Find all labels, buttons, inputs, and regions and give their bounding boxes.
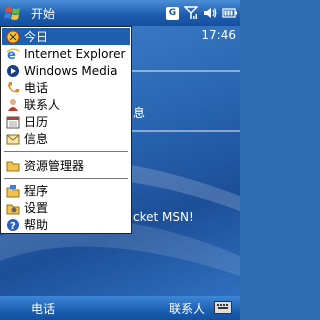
menu-item-programs[interactable]: 程序 xyxy=(2,182,130,199)
menu-item-phone[interactable]: 电话 xyxy=(2,79,130,96)
start-menu: 今日 e Internet Explorer Windows Media 电话 … xyxy=(0,26,132,234)
menu-item-label: Internet Explorer xyxy=(24,46,126,61)
g-badge-icon[interactable]: G xyxy=(166,6,179,20)
menu-separator xyxy=(4,178,128,179)
menu-item-file-explorer[interactable]: 资源管理器 xyxy=(2,157,130,174)
menu-item-contacts[interactable]: 联系人 xyxy=(2,96,130,113)
menu-item-today[interactable]: 今日 xyxy=(2,28,130,45)
start-logo-icon[interactable] xyxy=(3,3,23,23)
today-icon xyxy=(5,29,21,45)
menu-item-label: 联系人 xyxy=(24,98,61,112)
today-msn[interactable]: cket MSN! xyxy=(133,210,194,224)
explorer-icon xyxy=(5,158,21,174)
phone-icon xyxy=(5,80,21,96)
clock[interactable]: 17:46 xyxy=(201,28,236,42)
today-messages[interactable]: 息 xyxy=(133,104,145,121)
menu-item-windows-media[interactable]: Windows Media xyxy=(2,62,130,79)
menu-item-help[interactable]: ? 帮助 xyxy=(2,216,130,233)
menu-item-calendar[interactable]: 日历 xyxy=(2,113,130,130)
contacts-icon xyxy=(5,97,21,113)
menu-separator xyxy=(4,151,128,152)
menu-item-messaging[interactable]: 信息 xyxy=(2,130,130,147)
menu-item-label: 信息 xyxy=(24,132,49,146)
menu-item-settings[interactable]: 设置 xyxy=(2,199,130,216)
svg-text:?: ? xyxy=(10,221,16,232)
calendar-icon xyxy=(5,114,21,130)
settings-icon xyxy=(5,200,21,216)
menu-item-internet-explorer[interactable]: e Internet Explorer xyxy=(2,45,130,62)
programs-icon xyxy=(5,183,21,199)
menu-item-label: 资源管理器 xyxy=(24,159,85,173)
window-title: 开始 xyxy=(31,7,56,21)
menu-item-label: 帮助 xyxy=(24,218,49,232)
media-icon xyxy=(5,63,21,79)
menu-item-label: 今日 xyxy=(24,30,49,44)
today-divider xyxy=(130,70,240,72)
softkey-bar: 电话 联系人 xyxy=(0,296,240,320)
menu-item-label: 程序 xyxy=(24,184,49,198)
menu-item-label: 设置 xyxy=(24,201,49,215)
signal-icon[interactable] xyxy=(184,6,198,20)
speaker-icon[interactable] xyxy=(203,6,217,20)
title-bar: 开始 G xyxy=(0,0,240,26)
ie-icon: e xyxy=(5,46,21,62)
softkey-left[interactable]: 电话 xyxy=(31,300,55,317)
menu-item-label: Windows Media xyxy=(24,63,118,78)
today-divider xyxy=(130,130,240,132)
keyboard-icon[interactable] xyxy=(214,301,232,314)
status-icons: G xyxy=(166,5,238,21)
battery-icon[interactable] xyxy=(222,6,238,20)
messaging-icon xyxy=(5,131,21,147)
menu-item-label: 电话 xyxy=(24,81,49,95)
help-icon: ? xyxy=(5,217,21,233)
softkey-right[interactable]: 联系人 xyxy=(169,300,205,317)
menu-item-label: 日历 xyxy=(24,115,49,129)
